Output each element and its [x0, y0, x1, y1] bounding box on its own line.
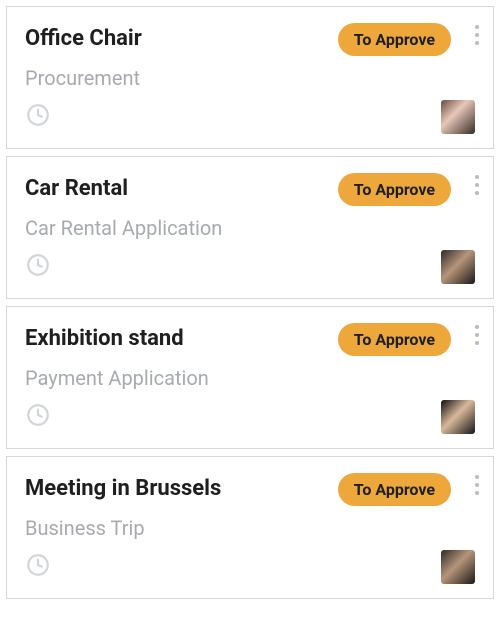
kebab-menu-icon[interactable] — [471, 471, 483, 499]
approval-cards-list: Office Chair To Approve Procurement Car Ren… — [6, 6, 494, 599]
approval-card-car-rental[interactable]: Car Rental To Approve Car Rental Applicati… — [6, 156, 494, 299]
avatar[interactable] — [441, 100, 475, 134]
card-footer — [25, 550, 475, 584]
card-subtitle: Payment Application — [25, 366, 475, 390]
card-subtitle: Business Trip — [25, 516, 475, 540]
avatar[interactable] — [441, 250, 475, 284]
card-footer — [25, 400, 475, 434]
status-badge[interactable]: To Approve — [338, 173, 451, 206]
card-title: Car Rental — [25, 176, 128, 202]
card-header: Office Chair To Approve — [25, 23, 475, 56]
card-header: Meeting in Brussels To Approve — [25, 473, 475, 506]
approval-card-meeting-in-brussels[interactable]: Meeting in Brussels To Approve Business Tr… — [6, 456, 494, 599]
approval-card-exhibition-stand[interactable]: Exhibition stand To Approve Payment Applic… — [6, 306, 494, 449]
status-badge[interactable]: To Approve — [338, 23, 451, 56]
avatar[interactable] — [441, 550, 475, 584]
kebab-menu-icon[interactable] — [471, 21, 483, 49]
status-badge[interactable]: To Approve — [338, 323, 451, 356]
avatar[interactable] — [441, 400, 475, 434]
card-header: Car Rental To Approve — [25, 173, 475, 206]
approval-card-office-chair[interactable]: Office Chair To Approve Procurement — [6, 6, 494, 149]
card-title: Office Chair — [25, 26, 142, 52]
kebab-menu-icon[interactable] — [471, 321, 483, 349]
status-badge[interactable]: To Approve — [338, 473, 451, 506]
kebab-menu-icon[interactable] — [471, 171, 483, 199]
clock-icon — [25, 402, 51, 432]
clock-icon — [25, 102, 51, 132]
card-header: Exhibition stand To Approve — [25, 323, 475, 356]
card-title: Exhibition stand — [25, 326, 184, 352]
card-subtitle: Procurement — [25, 66, 475, 90]
card-title: Meeting in Brussels — [25, 476, 221, 502]
card-footer — [25, 100, 475, 134]
clock-icon — [25, 252, 51, 282]
card-footer — [25, 250, 475, 284]
clock-icon — [25, 552, 51, 582]
card-subtitle: Car Rental Application — [25, 216, 475, 240]
